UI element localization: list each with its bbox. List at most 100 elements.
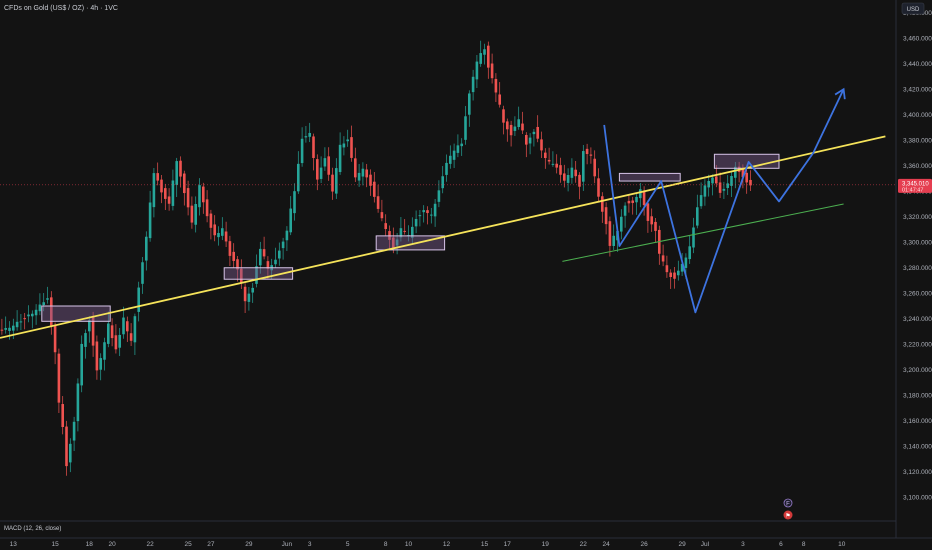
candle-body [426, 210, 429, 214]
candle-body [335, 168, 338, 194]
candle-body [221, 228, 224, 236]
time-tick-label: 22 [146, 541, 154, 548]
time-tick-label: 27 [207, 541, 215, 548]
candle-body [61, 404, 64, 428]
candle-body [331, 174, 334, 192]
candle-body [289, 208, 292, 233]
candle-body [502, 109, 505, 123]
time-tick-label: 10 [838, 541, 846, 548]
candle-body [84, 333, 87, 347]
price-tick-label: 3,320.000 [903, 214, 932, 221]
candle-body [110, 325, 114, 339]
candle-body [547, 159, 551, 162]
time-tick-label: 12 [443, 541, 451, 548]
candle-body [532, 131, 536, 135]
candle-body [380, 212, 384, 219]
candle-body [369, 174, 372, 186]
candle-body [19, 321, 23, 323]
candle-body [509, 124, 513, 136]
candle-body [684, 257, 688, 268]
candle-body [107, 323, 110, 344]
candle-body [703, 185, 707, 197]
time-tick-label: 17 [504, 541, 512, 548]
candle-body [654, 221, 657, 231]
candle-body [354, 158, 357, 178]
price-chart[interactable]: 3,100.000 3,120.000 3,140.000 3,160.000 3,18… [0, 0, 932, 550]
candle-body [152, 173, 156, 208]
price-tick-label: 3,180.000 [903, 392, 932, 399]
candle-body [517, 119, 520, 128]
candle-body [620, 216, 623, 232]
candle-body [126, 321, 129, 332]
candle-body [449, 155, 452, 164]
candle-body [300, 138, 304, 164]
candle-body [452, 150, 456, 160]
candle-body [597, 178, 600, 197]
candle-body [114, 335, 118, 350]
candle-body [677, 270, 680, 276]
candle-body [593, 158, 596, 177]
candle-body [559, 165, 562, 175]
f-badge-label: F [786, 502, 790, 508]
chart-background [0, 0, 932, 550]
candle-body [262, 249, 266, 257]
candle-body [213, 224, 216, 236]
candle-body [99, 358, 102, 370]
candle-body [183, 173, 186, 194]
candle-body [205, 199, 209, 217]
candle-body [171, 180, 175, 206]
candle-body [601, 196, 604, 212]
candle-body [445, 162, 448, 175]
time-tick-label: 24 [602, 541, 610, 548]
time-tick-label: 6 [779, 541, 783, 548]
candle-body [464, 116, 467, 140]
flag-badge-label: ⚑ [785, 513, 790, 520]
candle-body [57, 353, 61, 403]
time-tick-label: 22 [580, 541, 588, 548]
candle-body [342, 143, 346, 148]
candle-body [483, 49, 486, 55]
candle-body [696, 207, 699, 226]
candle-body [293, 191, 296, 214]
current-price-label: 3,345.01001:47:47 [898, 178, 932, 193]
candle-body [376, 196, 380, 209]
candle-body [224, 231, 228, 242]
candle-body [15, 321, 19, 328]
candle-body [555, 163, 558, 168]
candle-body [506, 121, 509, 130]
currency-button[interactable]: USD [901, 2, 925, 15]
candle-body [23, 318, 26, 320]
price-tick-label: 3,380.000 [903, 137, 932, 144]
price-tick-label: 3,400.000 [903, 112, 932, 119]
candle-body [468, 93, 471, 115]
time-tick-label: 15 [51, 541, 59, 548]
candle-body [148, 202, 152, 239]
sr-zone[interactable] [618, 172, 681, 182]
candle-body [12, 325, 15, 331]
candle-body [585, 148, 589, 154]
candle-body [80, 343, 83, 386]
candle-body [604, 207, 608, 225]
candle-body [190, 205, 194, 223]
candle-body [623, 205, 627, 216]
candle-body [373, 181, 376, 197]
candle-body [198, 185, 201, 208]
time-tick-label: 20 [108, 541, 116, 548]
candle-body [589, 154, 593, 156]
sr-zone[interactable] [375, 235, 446, 251]
price-tick-label: 3,220.000 [903, 341, 932, 348]
candle-body [635, 196, 638, 203]
price-tick-label: 3,240.000 [903, 316, 932, 323]
candle-body [627, 200, 631, 204]
candle-body [38, 304, 42, 312]
candle-body [156, 173, 159, 181]
candle-body [186, 188, 190, 208]
time-tick-label: 15 [481, 541, 489, 548]
time-tick-label: 8 [384, 541, 388, 548]
price-tick-label: 3,260.000 [903, 290, 932, 297]
time-tick-label: 18 [86, 541, 94, 548]
sr-zone[interactable] [41, 305, 111, 322]
candle-body [243, 286, 247, 302]
candle-body [346, 139, 349, 142]
candle-body [297, 163, 300, 192]
